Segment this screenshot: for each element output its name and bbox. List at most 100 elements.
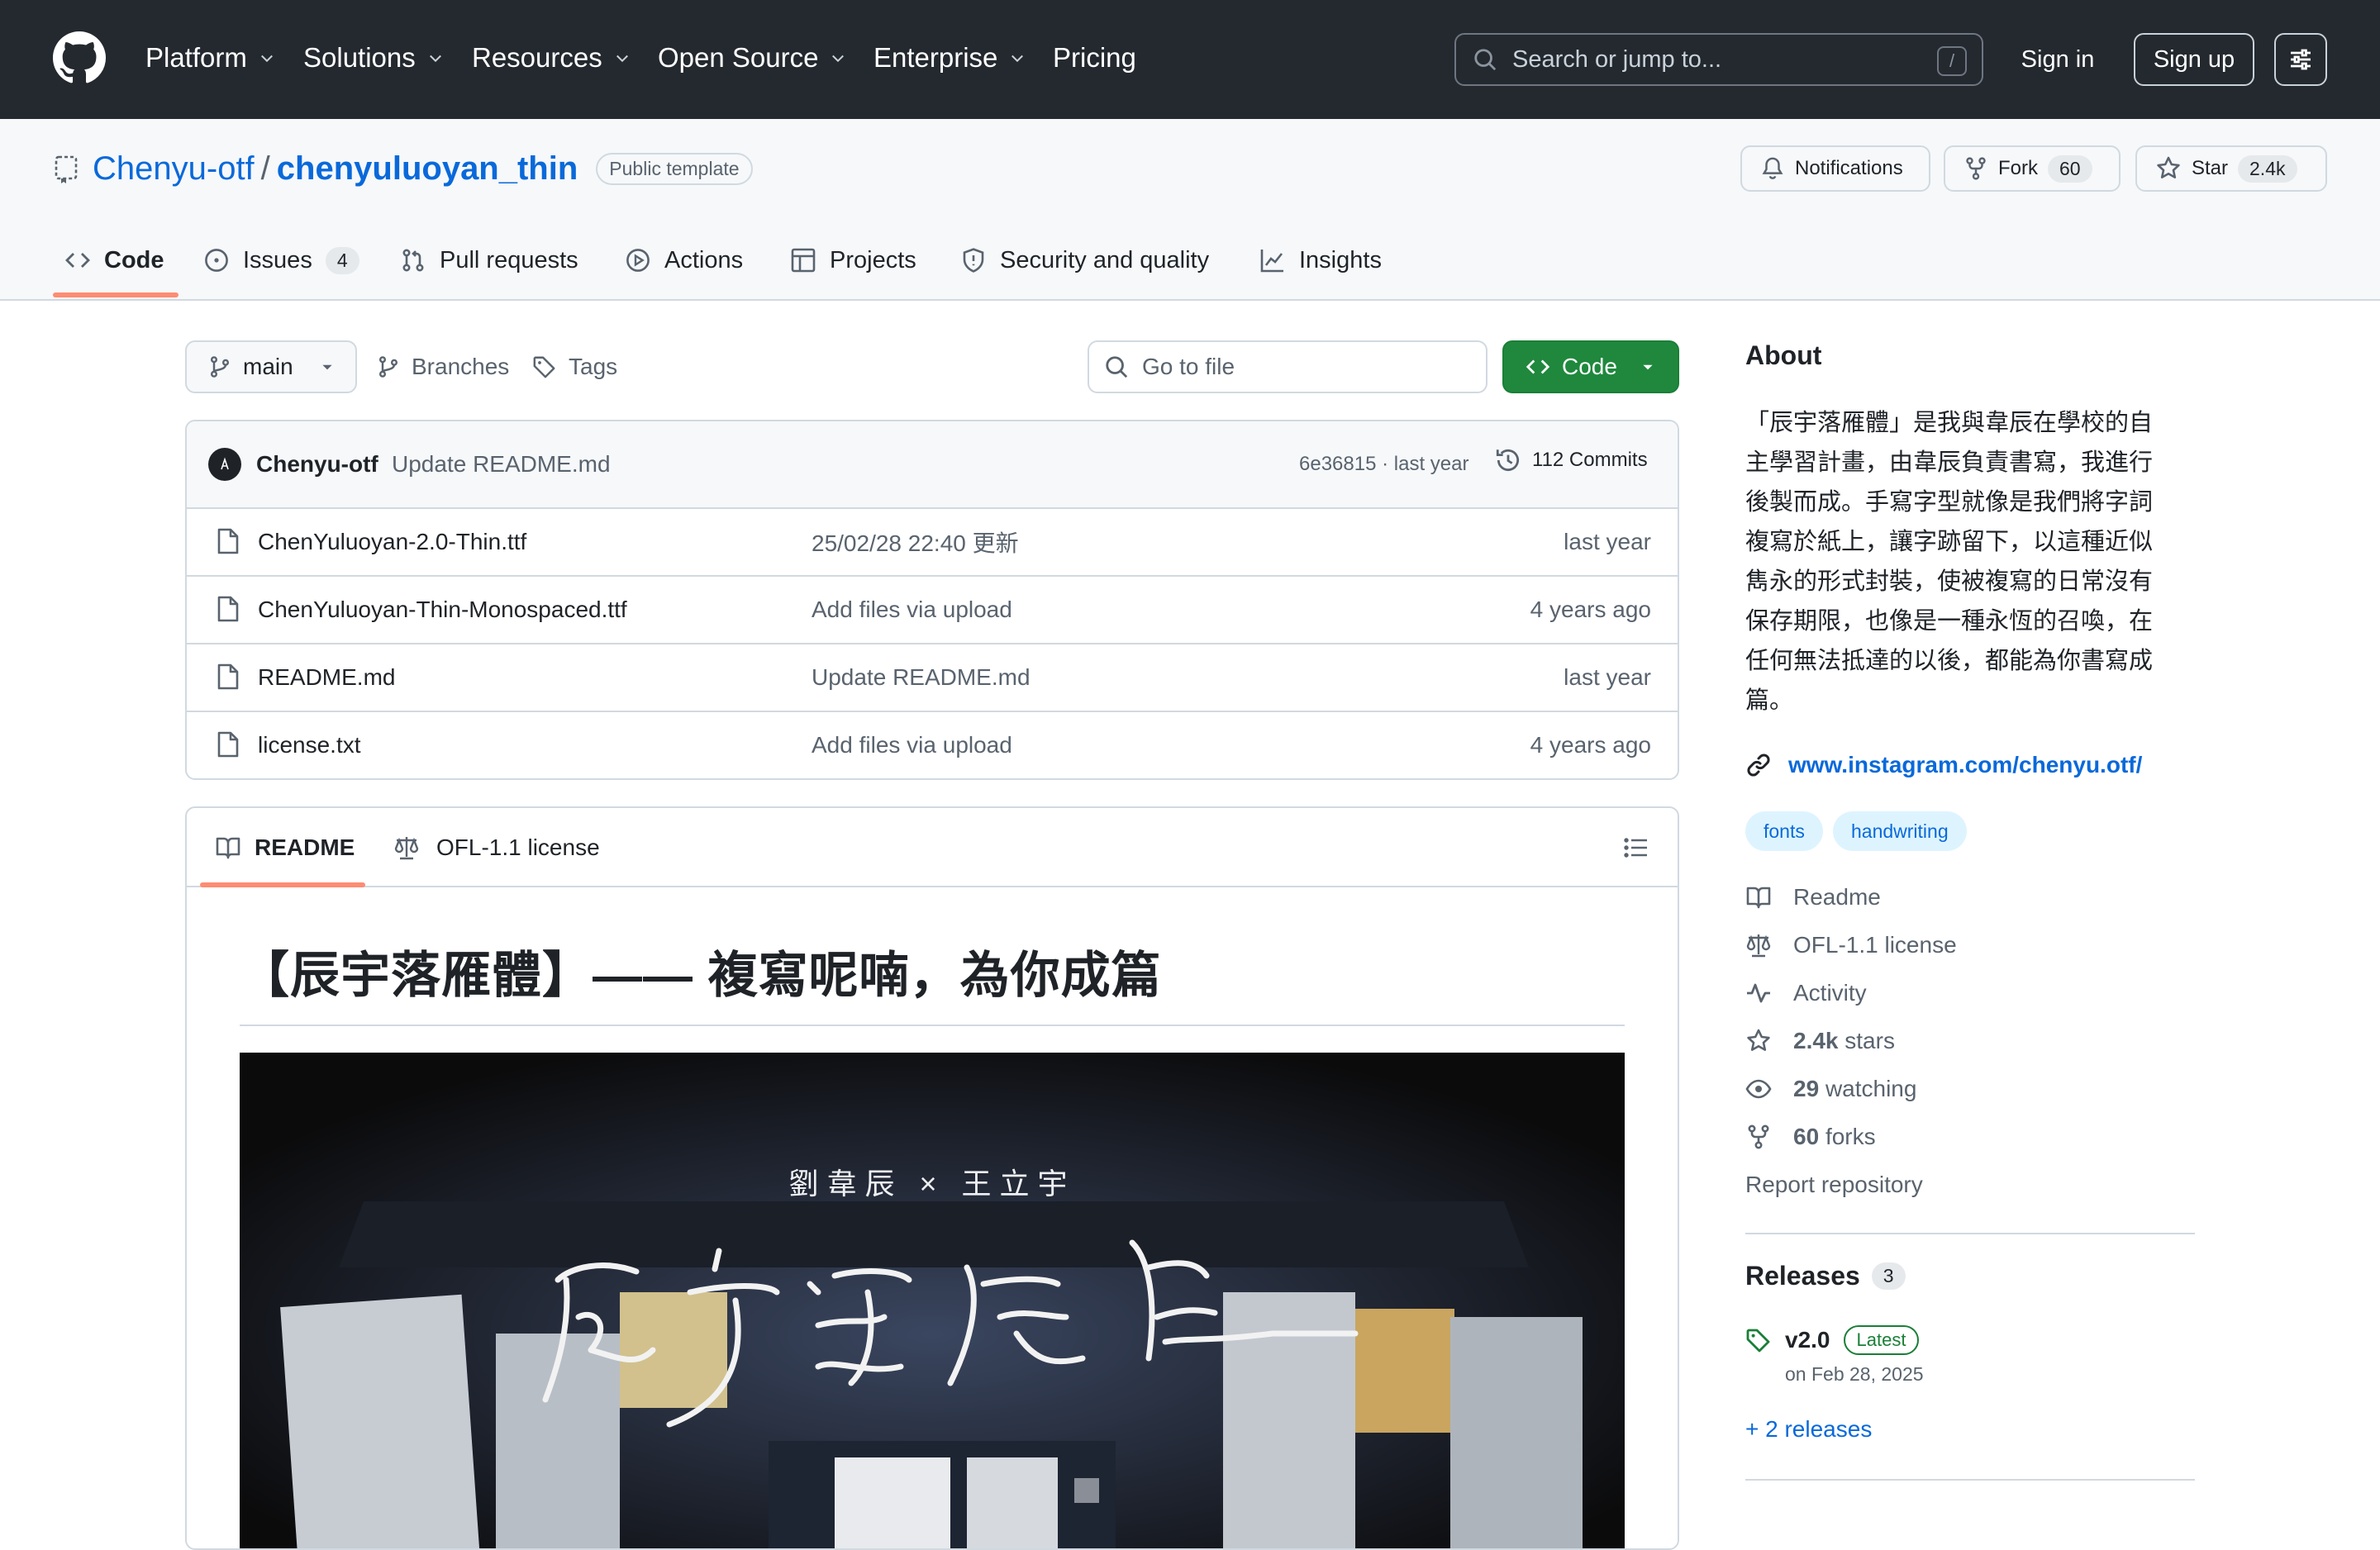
notifications-button[interactable]: Notifications	[1740, 145, 1930, 192]
search-icon	[1106, 356, 1128, 378]
active-tab-indicator	[200, 882, 365, 887]
book-icon	[1746, 887, 1771, 909]
sidebar-item-stars[interactable]: 2.4k stars	[1745, 1025, 1895, 1058]
sidebar-item-watching[interactable]: 29 watching	[1745, 1072, 1916, 1105]
code-icon	[1526, 359, 1550, 374]
website-link[interactable]: www.instagram.com/chenyu.otf/	[1745, 749, 2142, 782]
caret-down-icon	[322, 364, 332, 370]
sidebar-divider	[1745, 1479, 2195, 1481]
search-placeholder: Search or jump to...	[1512, 45, 1722, 73]
sidebar-item-forks[interactable]: 60 forks	[1745, 1120, 1876, 1153]
fork-button[interactable]: Fork 60	[1944, 145, 2121, 192]
repo-owner-link[interactable]: Chenyu-otf	[93, 150, 255, 188]
nav-solutions[interactable]: Solutions	[303, 40, 444, 76]
tab-insights[interactable]: Insights	[1259, 240, 1382, 281]
tab-issues[interactable]: Issues 4	[203, 240, 359, 281]
nav-resources[interactable]: Resources	[472, 40, 631, 76]
file-commit-message[interactable]: Update README.md	[812, 664, 1031, 691]
issue-icon	[205, 249, 228, 272]
commit-hash-time[interactable]: 6e36815 · last year	[1299, 453, 1468, 476]
code-dropdown-button[interactable]: Code	[1502, 340, 1679, 393]
avatar[interactable]	[208, 448, 241, 481]
breadcrumb-separator: /	[260, 150, 270, 187]
chevron-down-icon	[832, 55, 845, 63]
branch-selector[interactable]: main	[185, 340, 357, 393]
tab-readme[interactable]: README	[215, 831, 355, 864]
stars-count: 2.4k	[1793, 1028, 1839, 1053]
tags-link[interactable]: Tags	[532, 347, 617, 387]
file-commit-message[interactable]: 25/02/28 22:40 更新	[812, 525, 1019, 559]
play-icon	[626, 249, 650, 272]
github-logo-icon[interactable]	[53, 31, 106, 84]
nav-enterprise[interactable]: Enterprise	[873, 40, 1026, 76]
sidebar-divider	[1745, 1233, 2195, 1234]
commit-message[interactable]: Update README.md	[392, 451, 611, 478]
tab-projects[interactable]: Projects	[790, 240, 916, 281]
breadcrumb: Chenyu-otf / chenyuluoyan_thin Public te…	[93, 145, 753, 192]
releases-count: 3	[1871, 1262, 1906, 1290]
file-browser: Chenyu-otf Update README.md 6e36815 · la…	[185, 420, 1679, 780]
sidebar-item-activity[interactable]: Activity	[1745, 977, 1867, 1010]
search-input[interactable]: Search or jump to... /	[1454, 33, 1983, 86]
fork-icon	[1966, 157, 1986, 180]
file-name[interactable]: ChenYuluoyan-Thin-Monospaced.ttf	[258, 597, 627, 623]
file-name[interactable]: README.md	[258, 664, 395, 691]
star-button[interactable]: Star 2.4k	[2135, 145, 2327, 192]
pulse-icon	[1747, 983, 1770, 1003]
issues-count: 4	[325, 246, 359, 274]
sign-up-button[interactable]: Sign up	[2134, 33, 2254, 86]
star-icon	[2157, 156, 2180, 178]
nav-open-source[interactable]: Open Source	[658, 40, 846, 76]
tab-actions[interactable]: Actions	[625, 240, 743, 281]
file-commit-message[interactable]: Add files via upload	[812, 732, 1012, 758]
file-row[interactable]: README.md Update README.md last year	[187, 643, 1678, 711]
sidebar-item-readme[interactable]: Readme	[1745, 881, 1881, 914]
nav-platform[interactable]: Platform	[145, 40, 275, 76]
releases-header[interactable]: Releases 3	[1745, 1261, 1906, 1291]
file-date: last year	[1564, 664, 1651, 690]
link-icon	[1747, 754, 1770, 777]
sidebar-item-license[interactable]: OFL-1.1 license	[1745, 929, 1957, 962]
file-row[interactable]: ChenYuluoyan-Thin-Monospaced.ttf Add fil…	[187, 575, 1678, 643]
nav-pricing[interactable]: Pricing	[1053, 40, 1136, 76]
tab-security[interactable]: Security and quality	[960, 240, 1209, 281]
visibility-badge: Public template	[596, 152, 753, 185]
eye-icon	[1745, 1079, 1772, 1099]
tab-code[interactable]: Code	[64, 240, 164, 281]
latest-release[interactable]: v2.0 Latest	[1785, 1325, 1920, 1355]
repo-name-link[interactable]: chenyuluoyan_thin	[277, 150, 578, 188]
bell-icon	[1762, 157, 1783, 179]
outline-button[interactable]	[1623, 834, 1649, 861]
report-repository-link[interactable]: Report repository	[1745, 1168, 1923, 1201]
tag-icon	[1745, 1327, 1772, 1353]
file-name[interactable]: license.txt	[258, 732, 361, 758]
release-date: on Feb 28, 2025	[1785, 1363, 1924, 1385]
tab-pull-requests[interactable]: Pull requests	[400, 240, 578, 281]
file-row[interactable]: license.txt Add files via upload 4 years…	[187, 711, 1678, 778]
forks-count: 60	[1793, 1124, 1820, 1149]
banner-artwork	[240, 1053, 1625, 1548]
file-icon	[217, 596, 239, 622]
file-date: 4 years ago	[1530, 597, 1651, 622]
commits-link[interactable]: 112 Commits	[1494, 446, 1648, 474]
caret-down-icon	[1643, 364, 1653, 370]
sign-in-link[interactable]: Sign in	[2008, 33, 2107, 86]
file-row[interactable]: ChenYuluoyan-2.0-Thin.ttf 25/02/28 22:40…	[187, 507, 1678, 575]
file-icon	[217, 528, 239, 554]
graph-icon	[1260, 250, 1283, 273]
pull-request-icon	[402, 249, 424, 272]
file-commit-message[interactable]: Add files via upload	[812, 597, 1012, 623]
commit-author[interactable]: Chenyu-otf	[256, 451, 378, 478]
branches-link[interactable]: Branches	[377, 347, 509, 387]
latest-commit-bar: Chenyu-otf Update README.md 6e36815 · la…	[187, 421, 1678, 507]
chevron-down-icon	[429, 55, 441, 63]
file-name[interactable]: ChenYuluoyan-2.0-Thin.ttf	[258, 529, 526, 555]
topic-tag[interactable]: handwriting	[1833, 811, 1967, 851]
go-to-file-input[interactable]: Go to file	[1088, 340, 1488, 393]
topic-tag[interactable]: fonts	[1745, 811, 1823, 851]
menu-toggle-button[interactable]	[2274, 33, 2327, 86]
star-count: 2.4k	[2238, 155, 2297, 183]
tab-license[interactable]: OFL-1.1 license	[393, 831, 600, 864]
more-releases-link[interactable]: + 2 releases	[1745, 1416, 1872, 1443]
chevron-down-icon	[616, 55, 628, 63]
